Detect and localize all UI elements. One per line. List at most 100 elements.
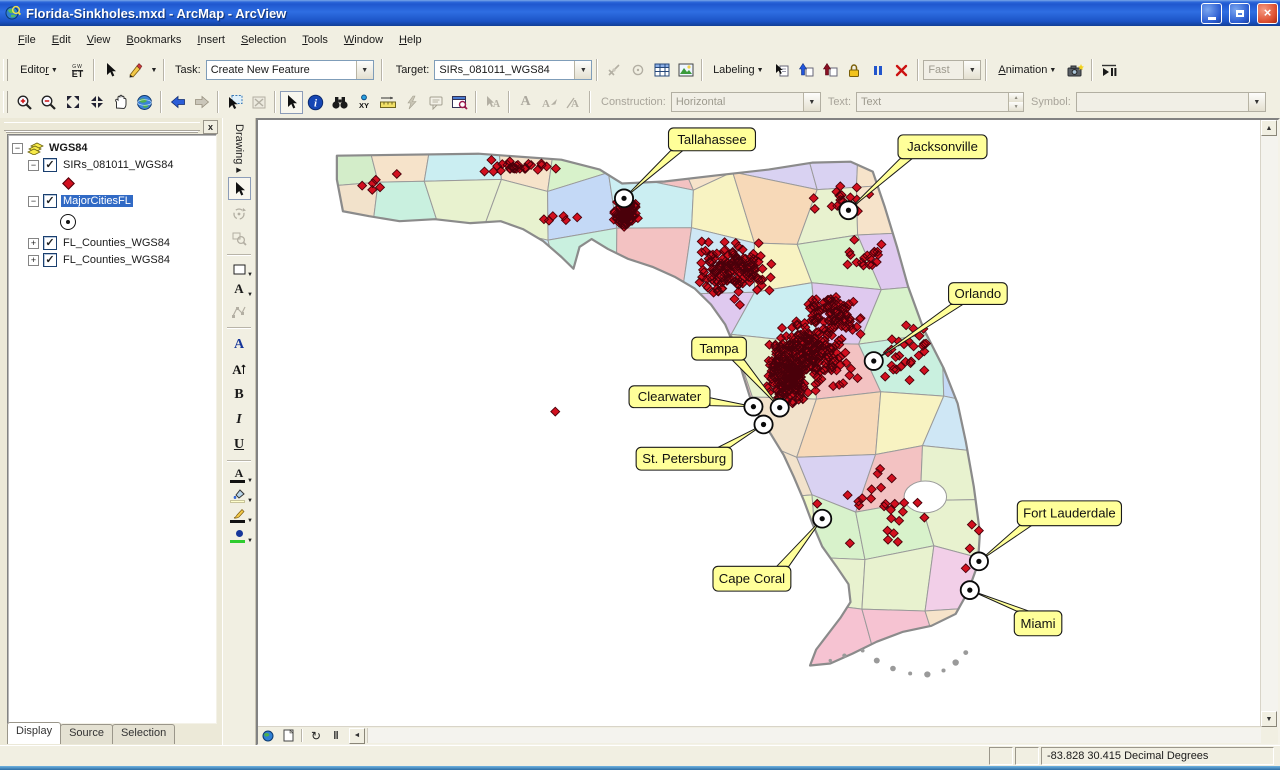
layer-checkbox[interactable]: ✓ [43,194,57,208]
marker-color-button[interactable]: ▼ [226,525,252,545]
layer-row-majorcities[interactable]: − ✓ MajorCitiesFL [28,193,216,209]
go-to-xy-icon[interactable]: XY [352,91,375,114]
animation-menu-button[interactable]: Animation ▼ [991,59,1063,82]
menu-bookmarks[interactable]: Bookmarks [118,30,189,50]
label-priority-icon[interactable] [794,59,817,82]
text-tool-button[interactable]: A ▼ [226,279,252,299]
tab-source[interactable]: Source [60,724,113,744]
menu-help[interactable]: Help [391,30,430,50]
scroll-down-button[interactable]: ▼ [1261,711,1277,727]
collapse-icon[interactable]: − [28,196,39,207]
capture-animation-icon[interactable] [1064,59,1087,82]
font-size-button[interactable]: A [228,358,251,381]
restore-button[interactable] [1229,3,1250,24]
close-button[interactable]: × [1257,3,1278,24]
toc-gripper[interactable]: x [2,120,218,132]
sketch-properties-icon[interactable] [674,59,697,82]
menu-insert[interactable]: Insert [189,30,233,50]
underline-button[interactable]: U [228,433,251,456]
pan-hand-icon[interactable] [109,91,132,114]
collapse-icon[interactable]: − [28,160,39,171]
city-callout-st-petersburg[interactable]: St. Petersburg [636,416,772,471]
select-features-icon[interactable] [223,91,246,114]
pause-labeling-icon[interactable] [866,59,889,82]
expand-icon[interactable]: + [28,238,39,249]
attributes-table-icon[interactable] [650,59,673,82]
tab-selection[interactable]: Selection [112,724,175,744]
toc-close-button[interactable]: x [203,120,218,134]
layer-checkbox[interactable]: ✓ [43,236,57,250]
fixed-zoom-out-icon[interactable] [85,91,108,114]
full-extent-globe-icon[interactable] [133,91,156,114]
font-color-button[interactable]: A ▼ [226,465,252,485]
scroll-up-button[interactable]: ▲ [1261,120,1277,136]
back-extent-icon[interactable] [166,91,189,114]
toc-root-row[interactable]: − WGS84 [12,140,216,156]
expand-icon[interactable]: + [28,255,39,266]
fixed-zoom-in-icon[interactable] [61,91,84,114]
line-color-button[interactable]: ▼ [226,505,252,525]
county-polygons [293,120,1070,727]
menu-edit[interactable]: Edit [44,30,79,50]
city-callout-clearwater[interactable]: Clearwater [629,386,762,416]
toolbar-gripper[interactable] [3,59,8,81]
florida-map[interactable]: TallahasseeJacksonvilleOrlandoTampaClear… [258,120,1261,727]
editor-menu-button[interactable]: Editor ▼ [13,59,65,82]
italic-button[interactable]: I [228,408,251,431]
labeling-menu-button[interactable]: Labeling ▼ [707,59,769,82]
layer-checkbox[interactable]: ✓ [43,253,57,267]
bold-button[interactable]: B [228,383,251,406]
zoom-in-icon[interactable] [13,91,36,114]
city-callout-cape-coral[interactable]: Cape Coral [713,510,831,591]
zoom-out-icon[interactable] [37,91,60,114]
identify-icon[interactable]: i [304,91,327,114]
menu-view[interactable]: View [79,30,119,50]
map-canvas[interactable]: TallahasseeJacksonvilleOrlandoTampaClear… [258,120,1261,727]
select-elements-icon[interactable] [280,91,303,114]
task-combobox[interactable]: Create New Feature ▼ [206,60,374,80]
measure-icon[interactable] [376,91,399,114]
drawing-toolbar-label[interactable]: Drawing [233,124,245,164]
collapse-icon[interactable]: − [12,143,23,154]
city-callout-fort-lauderdale[interactable]: Fort Lauderdale [970,501,1122,570]
menu-selection[interactable]: Selection [233,30,294,50]
sketch-tool-pencil-icon[interactable] [123,59,146,82]
minimize-button[interactable] [1201,3,1222,24]
layer-symbol-row[interactable] [60,210,216,234]
drawing-menu-arrow-icon[interactable]: ▶ [236,166,241,174]
dropdown-arrow-icon: ▼ [247,538,253,544]
menu-file[interactable]: File [10,30,44,50]
toolbar-gripper[interactable] [3,91,8,113]
city-callout-miami[interactable]: Miami [961,581,1062,636]
edit-tool-arrow-icon[interactable] [99,59,122,82]
find-binoculars-icon[interactable] [328,91,351,114]
layer-row-counties-2[interactable]: + ✓ FL_Counties_WGS84 [28,252,216,268]
animation-controls-icon[interactable] [1097,59,1120,82]
target-combobox[interactable]: SIRs_081011_WGS84 ▼ [434,60,592,80]
font-button[interactable]: A [228,333,251,356]
sketch-tool-dropdown[interactable]: ▼ [147,59,159,82]
tab-display[interactable]: Display [7,722,61,744]
layout-view-button[interactable] [278,728,298,743]
menu-tools[interactable]: Tools [294,30,336,50]
menu-window[interactable]: Window [336,30,391,50]
select-elements-icon[interactable] [228,177,251,200]
refresh-view-button[interactable]: ↻ [306,728,326,743]
layer-checkbox[interactable]: ✓ [43,158,57,172]
stop-labeling-icon[interactable] [890,59,913,82]
create-viewer-window-icon[interactable] [448,91,471,114]
editor-toolbar-icon[interactable]: GW ET [66,59,89,82]
horizontal-scrollbar-track[interactable] [367,728,1261,743]
pause-drawing-button[interactable]: ‖ [326,728,346,743]
layer-row-sirs[interactable]: − ✓ SIRs_081011_WGS84 [28,157,216,173]
layer-symbol-row[interactable] [64,174,216,192]
label-manager-icon[interactable] [770,59,793,82]
data-view-button[interactable] [258,728,278,743]
fill-color-button[interactable]: ▼ [226,485,252,505]
label-weight-icon[interactable] [818,59,841,82]
shape-tool-button[interactable]: ▼ [226,259,252,279]
layer-row-counties-1[interactable]: + ✓ FL_Counties_WGS84 [28,235,216,251]
scroll-left-button[interactable]: ◄ [349,728,365,744]
vertical-scrollbar[interactable]: ▲ ▼ [1260,120,1278,727]
lock-labels-icon[interactable] [842,59,865,82]
